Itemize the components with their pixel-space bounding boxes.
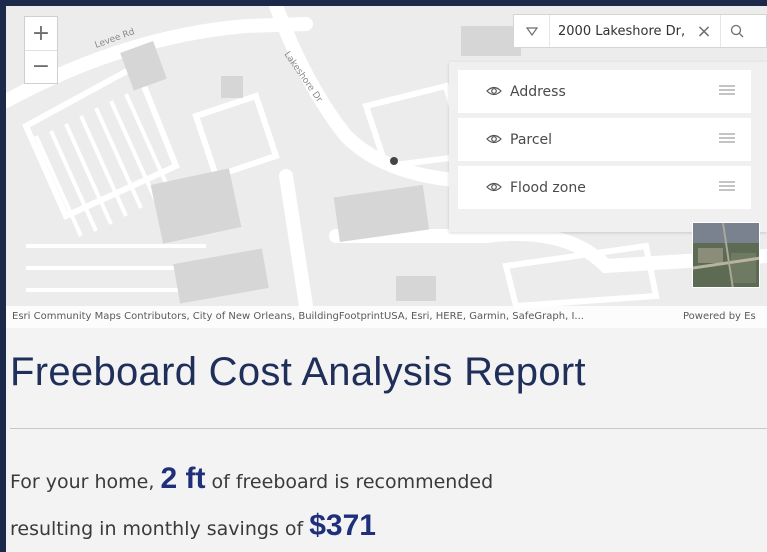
recommendation-line: For your home, 2 ft of freeboard is reco…	[10, 462, 493, 496]
search-input[interactable]	[550, 15, 688, 47]
location-marker	[390, 157, 398, 165]
zoom-controls: + −	[24, 16, 58, 84]
basemap-toggle[interactable]	[692, 222, 760, 288]
eye-icon[interactable]	[486, 84, 502, 98]
triangle-down-icon	[525, 26, 538, 36]
layer-item-address[interactable]: Address	[458, 70, 751, 113]
recommendation-suffix: of freeboard is recommended	[211, 471, 494, 493]
attribution-text: Esri Community Maps Contributors, City o…	[12, 311, 584, 322]
savings-line: resulting in monthly savings of $371	[10, 509, 376, 543]
zoom-in-button[interactable]: +	[25, 17, 57, 50]
divider	[10, 428, 767, 429]
freeboard-value: 2 ft	[160, 462, 206, 495]
app-frame: Levee Rd Lakeshore Dr + − × Address	[6, 6, 767, 552]
layer-label: Address	[510, 83, 566, 100]
zoom-out-button[interactable]: −	[25, 50, 57, 83]
layer-list-panel: Address Parcel Flood zone	[449, 62, 767, 232]
layer-label: Flood zone	[510, 179, 586, 196]
drag-handle-icon[interactable]	[719, 132, 735, 144]
eye-icon[interactable]	[486, 132, 502, 146]
recommendation-prefix: For your home,	[10, 471, 155, 493]
map-attribution: Esri Community Maps Contributors, City o…	[6, 306, 767, 328]
drag-handle-icon[interactable]	[719, 84, 735, 96]
satellite-thumbnail	[693, 223, 759, 287]
search-widget: ×	[513, 14, 767, 48]
layer-label: Parcel	[510, 131, 553, 148]
powered-by-link[interactable]: Powered by Es	[683, 311, 756, 322]
savings-prefix: resulting in monthly savings of	[10, 518, 304, 540]
layer-item-parcel[interactable]: Parcel	[458, 118, 751, 161]
search-source-dropdown[interactable]	[514, 15, 550, 47]
search-icon	[730, 24, 743, 38]
clear-icon[interactable]: ×	[688, 21, 720, 42]
page-title: Freeboard Cost Analysis Report	[10, 350, 586, 394]
eye-icon[interactable]	[486, 180, 502, 194]
layer-item-flood-zone[interactable]: Flood zone	[458, 166, 751, 209]
map-view[interactable]: Levee Rd Lakeshore Dr + − × Address	[6, 6, 767, 328]
savings-value: $371	[309, 509, 376, 542]
search-button[interactable]	[720, 15, 752, 47]
drag-handle-icon[interactable]	[719, 180, 735, 192]
